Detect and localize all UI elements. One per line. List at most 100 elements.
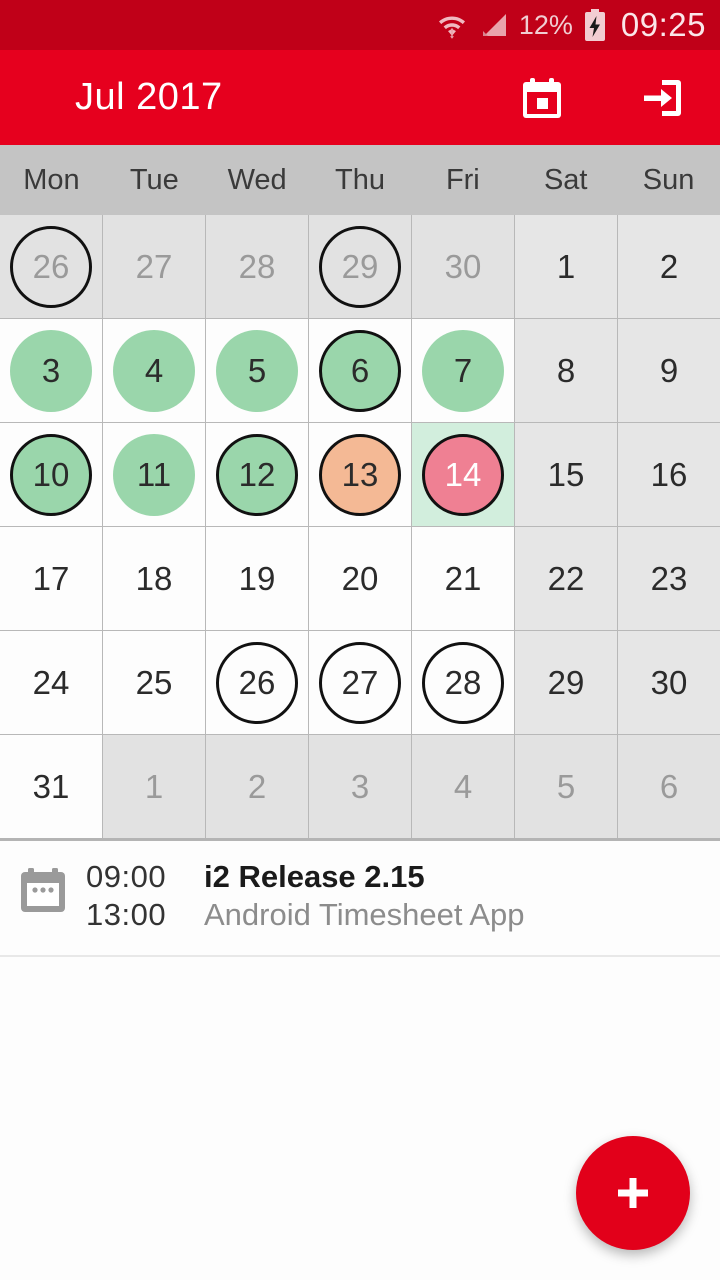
event-end-time: 13:00	[86, 897, 167, 932]
calendar-event-icon	[16, 865, 70, 919]
weekday-label-thu: Thu	[335, 163, 385, 196]
weekday-label-sun: Sun	[642, 163, 695, 196]
day-cell-28[interactable]: 28	[412, 631, 514, 734]
day-number: 16	[650, 456, 688, 493]
day-cell-30[interactable]: 30	[618, 631, 720, 734]
day-cell-3[interactable]: 3	[0, 319, 102, 422]
day-cell-1-next[interactable]: 1	[103, 735, 205, 838]
day-number: 5	[556, 768, 576, 805]
day-number: 2	[659, 248, 679, 285]
day-number: 4	[453, 768, 473, 805]
day-number: 29	[341, 248, 379, 285]
logout-icon[interactable]	[634, 70, 690, 126]
day-cell-13[interactable]: 13	[309, 423, 411, 526]
day-cell-4-next[interactable]: 4	[412, 735, 514, 838]
day-number: 28	[444, 664, 482, 701]
weekday-label-mon: Mon	[23, 163, 80, 196]
day-cell-15[interactable]: 15	[515, 423, 617, 526]
day-cell-9[interactable]: 9	[618, 319, 720, 422]
day-cell-14[interactable]: 14	[412, 423, 514, 526]
weekday-header-row: Mon Tue Wed Thu Fri Sat Sun	[0, 145, 720, 215]
day-cell-30-prev[interactable]: 30	[412, 215, 514, 318]
day-cell-26[interactable]: 26	[206, 631, 308, 734]
day-cell-5-next[interactable]: 5	[515, 735, 617, 838]
app-screen: 12% 09:25 Jul 2017 Mon Tue Wed Thu Fri S…	[0, 0, 720, 1280]
add-event-fab[interactable]	[576, 1136, 690, 1250]
day-cell-24[interactable]: 24	[0, 631, 102, 734]
month-year-title: Jul 2017	[75, 76, 223, 118]
day-cell-19[interactable]: 19	[206, 527, 308, 630]
day-number: 3	[350, 768, 370, 805]
day-number: 11	[136, 456, 172, 493]
day-cell-25[interactable]: 25	[103, 631, 205, 734]
day-cell-6[interactable]: 6	[309, 319, 411, 422]
day-number: 1	[144, 768, 164, 805]
toolbar-actions	[514, 50, 690, 145]
day-number: 9	[659, 352, 679, 389]
event-subtitle: Android Timesheet App	[204, 897, 525, 932]
day-cell-16[interactable]: 16	[618, 423, 720, 526]
day-cell-21[interactable]: 21	[412, 527, 514, 630]
day-cell-18[interactable]: 18	[103, 527, 205, 630]
day-number: 15	[547, 456, 585, 493]
day-number: 22	[547, 560, 585, 597]
day-cell-29[interactable]: 29	[515, 631, 617, 734]
day-cell-26-prev[interactable]: 26	[0, 215, 102, 318]
day-cell-2[interactable]: 2	[618, 215, 720, 318]
day-cell-7[interactable]: 7	[412, 319, 514, 422]
plus-icon	[618, 1178, 648, 1208]
day-number: 13	[341, 456, 379, 493]
day-number: 8	[556, 352, 576, 389]
day-cell-11[interactable]: 11	[103, 423, 205, 526]
day-number: 2	[247, 768, 267, 805]
weekday-label-fri: Fri	[445, 163, 480, 196]
battery-charging-icon	[583, 9, 607, 41]
status-bar: 12% 09:25	[0, 0, 720, 50]
day-cell-10[interactable]: 10	[0, 423, 102, 526]
day-cell-8[interactable]: 8	[515, 319, 617, 422]
day-cell-27-prev[interactable]: 27	[103, 215, 205, 318]
day-cell-28-prev[interactable]: 28	[206, 215, 308, 318]
day-number: 7	[453, 352, 473, 389]
day-cell-6-next[interactable]: 6	[618, 735, 720, 838]
day-cell-1[interactable]: 1	[515, 215, 617, 318]
day-number: 31	[32, 768, 70, 805]
day-number: 6	[659, 768, 679, 805]
day-number: 14	[444, 456, 482, 493]
day-number: 26	[238, 664, 276, 701]
day-cell-20[interactable]: 20	[309, 527, 411, 630]
battery-percent-label: 12%	[518, 9, 573, 40]
day-cell-31[interactable]: 31	[0, 735, 102, 838]
weekday-label-wed: Wed	[227, 163, 287, 196]
day-cell-12[interactable]: 12	[206, 423, 308, 526]
event-text-block: 09:00 i2 Release 2.15 13:00 Android Timeshe…	[86, 859, 525, 935]
calendar-grid: 26 27 28 29 30 1 2 3 4 5 6 7 8 9 10 11 12 13 14 15 16 17 18 19 2…	[0, 215, 720, 841]
weekday-label-tue: Tue	[129, 163, 179, 196]
day-number: 3	[41, 352, 61, 389]
day-cell-4[interactable]: 4	[103, 319, 205, 422]
day-number: 1	[556, 248, 576, 285]
event-list: 09:00 i2 Release 2.15 13:00 Android Timeshe…	[0, 841, 720, 957]
day-number: 19	[238, 560, 276, 597]
day-number: 27	[135, 248, 173, 285]
day-cell-29-prev[interactable]: 29	[309, 215, 411, 318]
day-cell-27[interactable]: 27	[309, 631, 411, 734]
day-cell-2-next[interactable]: 2	[206, 735, 308, 838]
day-number: 25	[135, 664, 173, 701]
day-cell-5[interactable]: 5	[206, 319, 308, 422]
day-number: 4	[144, 352, 164, 389]
day-number: 23	[650, 560, 688, 597]
today-icon[interactable]	[514, 70, 570, 126]
day-number: 12	[238, 456, 276, 493]
day-cell-17[interactable]: 17	[0, 527, 102, 630]
day-number: 29	[547, 664, 585, 701]
signal-icon	[479, 10, 509, 40]
day-cell-3-next[interactable]: 3	[309, 735, 411, 838]
day-number: 10	[32, 456, 70, 493]
event-item[interactable]: 09:00 i2 Release 2.15 13:00 Android Timeshe…	[0, 841, 720, 957]
day-cell-22[interactable]: 22	[515, 527, 617, 630]
day-number: 26	[32, 248, 70, 285]
day-cell-23[interactable]: 23	[618, 527, 720, 630]
day-number: 30	[650, 664, 688, 701]
day-number: 5	[247, 352, 267, 389]
